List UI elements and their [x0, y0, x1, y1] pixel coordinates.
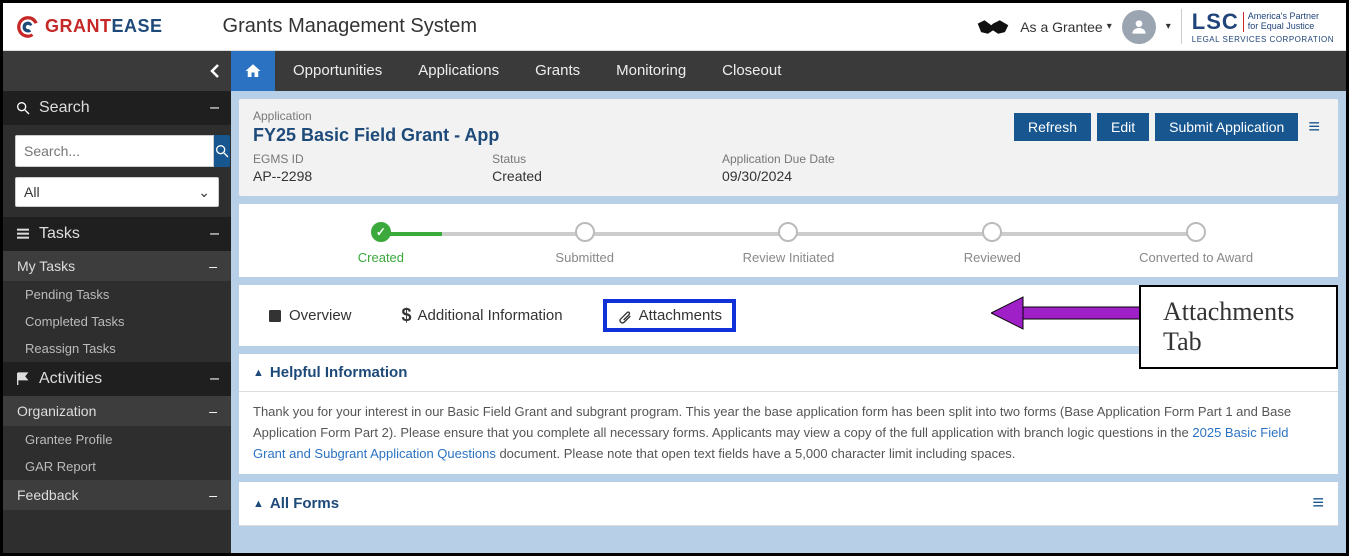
collapse-icon: –: [210, 99, 219, 117]
dollar-icon: $: [402, 305, 412, 326]
sidebar-search-header[interactable]: Search –: [3, 91, 231, 125]
handshake-icon: [976, 15, 1010, 39]
search-input[interactable]: [15, 135, 214, 167]
egms-id-label: EGMS ID: [253, 152, 312, 166]
list-icon: [15, 226, 31, 242]
section-menu-icon[interactable]: ≡: [1312, 492, 1324, 515]
sidebar-tasks-header[interactable]: Tasks –: [3, 217, 231, 251]
tab-row: Overview $ Additional Information Attach…: [239, 285, 1338, 346]
role-dropdown[interactable]: As a Grantee ▾: [1020, 19, 1112, 35]
chevron-down-icon: ▾: [1107, 21, 1112, 32]
nav-grants[interactable]: Grants: [517, 51, 598, 91]
lsc-logo: LSC America's Partnerfor Equal Justice L…: [1181, 9, 1334, 44]
nav-closeout[interactable]: Closeout: [704, 51, 799, 91]
step-submitted-label: Submitted: [555, 250, 614, 265]
search-button[interactable]: [214, 135, 230, 167]
collapse-triangle-icon: ▲: [253, 367, 264, 379]
nav-applications[interactable]: Applications: [400, 51, 517, 91]
progress-tracker: Created Submitted Review Initiated Revie…: [239, 204, 1338, 277]
helpful-information-body: Thank you for your interest in our Basic…: [239, 392, 1338, 474]
logo-swirl-icon: [15, 14, 41, 40]
chevron-down-icon[interactable]: ▾: [1166, 21, 1171, 32]
grantease-logo: GRANTEASE: [15, 14, 163, 40]
collapse-triangle-icon: ▲: [253, 498, 264, 510]
due-date-value: 09/30/2024: [722, 168, 835, 184]
sidebar-my-tasks[interactable]: My Tasks–: [3, 251, 231, 281]
search-filter-dropdown[interactable]: All ⌄: [15, 177, 219, 207]
edit-button[interactable]: Edit: [1097, 113, 1149, 141]
step-reviewed-icon: [982, 222, 1002, 242]
tab-attachments[interactable]: Attachments: [603, 299, 736, 332]
search-icon: [15, 100, 31, 116]
step-reviewed-label: Reviewed: [964, 250, 1021, 265]
chevron-down-icon: ⌄: [198, 184, 210, 201]
refresh-button[interactable]: Refresh: [1014, 113, 1091, 141]
step-review-initiated-icon: [778, 222, 798, 242]
sidebar-grantee-profile[interactable]: Grantee Profile: [3, 426, 231, 453]
sidebar-pending-tasks[interactable]: Pending Tasks: [3, 281, 231, 308]
sidebar-reassign-tasks[interactable]: Reassign Tasks: [3, 335, 231, 362]
nav-opportunities[interactable]: Opportunities: [275, 51, 400, 91]
sidebar-activities-header[interactable]: Activities –: [3, 362, 231, 396]
nav-monitoring[interactable]: Monitoring: [598, 51, 704, 91]
sidebar-feedback[interactable]: Feedback–: [3, 480, 231, 510]
step-review-initiated-label: Review Initiated: [743, 250, 835, 265]
due-date-label: Application Due Date: [722, 152, 835, 166]
search-icon: [214, 143, 230, 159]
nav-home[interactable]: [231, 51, 275, 91]
status-label: Status: [492, 152, 542, 166]
egms-id-value: AP--2298: [253, 168, 312, 184]
step-created-icon: [371, 222, 391, 242]
annotation-arrow-icon: [991, 293, 1141, 333]
step-converted-icon: [1186, 222, 1206, 242]
user-menu[interactable]: [1122, 10, 1156, 44]
sidebar-gar-report[interactable]: GAR Report: [3, 453, 231, 480]
sidebar-completed-tasks[interactable]: Completed Tasks: [3, 308, 231, 335]
tab-overview[interactable]: Overview: [257, 303, 362, 328]
paperclip-icon: [617, 308, 633, 324]
step-submitted-icon: [575, 222, 595, 242]
main-content: Application FY25 Basic Field Grant - App…: [231, 91, 1346, 553]
annotation-callout: Attachments Tab: [1139, 285, 1338, 369]
actions-menu-icon[interactable]: ≡: [1304, 116, 1324, 139]
sidebar-organization[interactable]: Organization–: [3, 396, 231, 426]
user-icon: [1129, 17, 1149, 37]
sidebar-collapse[interactable]: [3, 51, 231, 91]
sidebar: Search – All ⌄ Tasks – My Tasks– P: [3, 91, 231, 553]
home-icon: [244, 62, 262, 80]
chevron-left-icon: [209, 63, 221, 79]
all-forms-header[interactable]: ▲ All Forms ≡: [239, 482, 1338, 526]
submit-application-button[interactable]: Submit Application: [1155, 113, 1298, 141]
flag-icon: [15, 371, 31, 387]
collapse-icon: –: [210, 370, 219, 388]
step-created-label: Created: [358, 250, 404, 265]
overview-icon: [267, 308, 283, 324]
status-value: Created: [492, 168, 542, 184]
collapse-icon: –: [210, 225, 219, 243]
app-title: Grants Management System: [223, 15, 977, 38]
tab-additional-information[interactable]: $ Additional Information: [392, 301, 573, 330]
step-converted-label: Converted to Award: [1139, 250, 1253, 265]
